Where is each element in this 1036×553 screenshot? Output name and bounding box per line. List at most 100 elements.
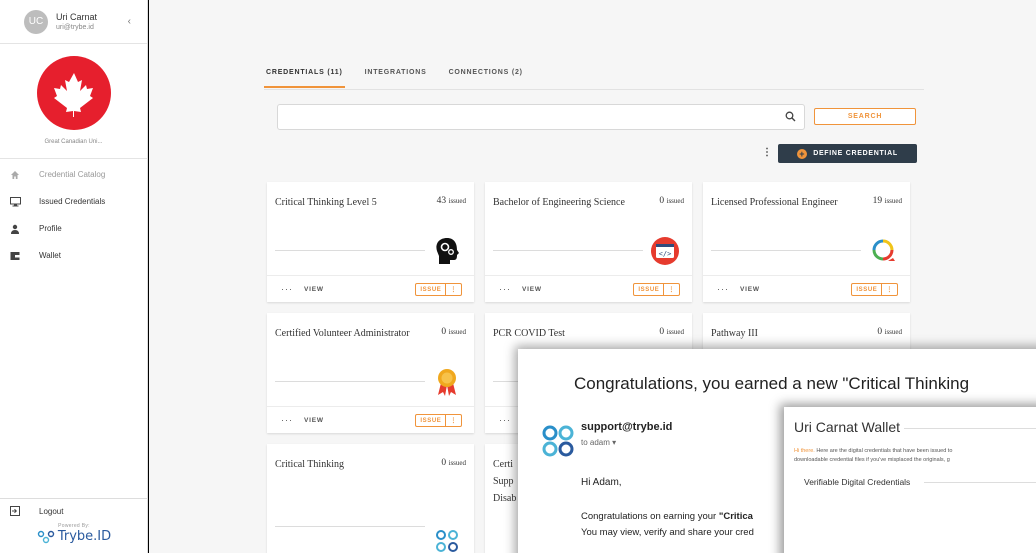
plus-icon: + <box>797 148 808 159</box>
card-title: Pathway III <box>711 328 758 339</box>
tab-integrations[interactable]: INTEGRATIONS <box>363 64 429 88</box>
credential-card[interactable]: Critical Thinking 0 issued <box>267 444 474 553</box>
user-box[interactable]: UC Uri Carnat uri@trybe.id ‹ <box>0 0 147 44</box>
trybe-logo: Trybe.ID <box>37 529 111 544</box>
powered-by: Powered By: Trybe.ID <box>0 523 148 553</box>
card-title: Critical Thinking Level 5 <box>275 197 377 208</box>
credential-card[interactable]: Licensed Professional Engineer 19 issued… <box>703 182 910 302</box>
issue-button[interactable]: ISSUE ⋮ <box>633 283 680 296</box>
credential-card[interactable]: Critical Thinking Level 5 43 issued ··· … <box>267 182 474 302</box>
brain-gears-icon <box>430 234 464 268</box>
define-credential-button[interactable]: + DEFINE CREDENTIAL <box>778 144 917 163</box>
card-title: PCR COVID Test <box>493 328 565 339</box>
card-divider <box>275 526 425 527</box>
sidebar-item-wallet[interactable]: Wallet <box>0 242 147 269</box>
issue-label: ISSUE <box>638 286 660 293</box>
tab-connections[interactable]: CONNECTIONS (2) <box>447 64 525 88</box>
view-button[interactable]: VIEW <box>304 286 324 293</box>
card-divider <box>275 250 425 251</box>
card-footer: ··· VIEW ISSUE ⋮ <box>703 275 910 302</box>
issue-more-icon[interactable]: ⋮ <box>445 415 461 426</box>
sidebar-bottom: Logout Powered By: Trybe.ID <box>0 498 148 553</box>
card-divider <box>275 381 425 382</box>
search-input[interactable] <box>277 104 805 130</box>
sidebar-item-issued-credentials[interactable]: Issued Credentials <box>0 188 147 215</box>
tab-divider <box>264 89 924 90</box>
sidebar: UC Uri Carnat uri@trybe.id ‹ Great Canad… <box>0 0 148 553</box>
card-issued-count: 0 issued <box>877 327 902 337</box>
issue-more-icon[interactable]: ⋮ <box>445 284 461 295</box>
card-footer: ··· VIEW ISSUE ⋮ <box>267 406 474 433</box>
card-title: Certified Volunteer Administrator <box>275 328 410 339</box>
sidebar-nav: Credential Catalog Issued Credentials Pr… <box>0 159 147 269</box>
email-body-line: Congratulations on earning your "Critica <box>581 511 753 522</box>
issue-button[interactable]: ISSUE ⋮ <box>415 414 462 427</box>
credential-card[interactable]: Bachelor of Engineering Science 0 issued… <box>485 182 692 302</box>
tab-credentials[interactable]: CREDENTIALS (11) <box>264 64 345 88</box>
view-button[interactable]: VIEW <box>522 286 542 293</box>
collapse-sidebar-icon[interactable]: ‹ <box>128 16 131 27</box>
trybe-logo-icon <box>37 530 55 543</box>
issue-button[interactable]: ISSUE ⋮ <box>851 283 898 296</box>
org-box: Great Canadian Uni... <box>0 44 147 159</box>
logout-icon <box>9 505 21 517</box>
search-button[interactable]: SEARCH <box>814 108 916 125</box>
wallet-intro: Hi there. Here are the digital credentia… <box>794 448 953 463</box>
issue-more-icon[interactable]: ⋮ <box>663 284 679 295</box>
card-issued-count: 0 issued <box>441 327 466 337</box>
card-menu-icon[interactable]: ··· <box>499 415 511 425</box>
more-options-icon[interactable]: ⋮ <box>762 147 772 158</box>
card-issued-count: 19 issued <box>872 196 902 206</box>
home-icon <box>9 169 21 181</box>
card-divider <box>711 250 861 251</box>
card-menu-icon[interactable]: ··· <box>499 284 511 294</box>
email-sender: support@trybe.id <box>581 421 673 433</box>
sidebar-item-label: Issued Credentials <box>39 197 106 206</box>
sender-avatar <box>538 421 578 461</box>
card-menu-icon[interactable]: ··· <box>281 284 293 294</box>
issue-button[interactable]: ISSUE ⋮ <box>415 283 462 296</box>
wallet-preview: Uri Carnat Wallet Hi there. Here are the… <box>784 407 1036 553</box>
sidebar-item-profile[interactable]: Profile <box>0 215 147 242</box>
card-issued-count: 43 issued <box>436 196 466 206</box>
issue-more-icon[interactable]: ⋮ <box>881 284 897 295</box>
user-email: uri@trybe.id <box>56 24 94 31</box>
logout-button[interactable]: Logout <box>0 499 148 523</box>
card-title: Licensed Professional Engineer <box>711 197 838 208</box>
wallet-section-title: Verifiable Digital Credentials <box>804 477 911 487</box>
card-footer: ··· VIEW ISSUE ⋮ <box>485 275 692 302</box>
sidebar-item-label: Profile <box>39 224 62 233</box>
award-medal-icon <box>430 365 464 399</box>
monitor-icon <box>9 196 21 208</box>
issue-label: ISSUE <box>856 286 878 293</box>
search-icon[interactable] <box>785 111 796 122</box>
maple-leaf-icon <box>36 56 111 130</box>
view-button[interactable]: VIEW <box>740 286 760 293</box>
card-divider <box>493 250 643 251</box>
avatar: UC <box>24 9 48 34</box>
trybe-logo-icon <box>430 524 464 553</box>
credential-card[interactable]: Certified Volunteer Administrator 0 issu… <box>267 313 474 433</box>
wallet-title: Uri Carnat Wallet <box>794 419 901 435</box>
logout-label: Logout <box>39 506 64 516</box>
card-menu-icon[interactable]: ··· <box>717 284 729 294</box>
email-recipient[interactable]: to adam ▾ <box>581 438 616 447</box>
card-menu-icon[interactable]: ··· <box>281 415 293 425</box>
user-name: Uri Carnat <box>56 12 98 22</box>
card-issued-count: 0 issued <box>659 196 684 206</box>
cycle-arrows-icon <box>866 234 900 268</box>
card-title: Bachelor of Engineering Science <box>493 197 625 208</box>
sidebar-item-credential-catalog[interactable]: Credential Catalog <box>0 161 147 188</box>
view-button[interactable]: VIEW <box>304 417 324 424</box>
email-subject: Congratulations, you earned a new "Criti… <box>574 374 970 393</box>
card-title: Critical Thinking <box>275 459 344 470</box>
email-body-line: You may view, verify and share your cred <box>581 527 754 538</box>
sidebar-item-label: Wallet <box>39 251 61 260</box>
org-name: Great Canadian Uni... <box>44 139 103 145</box>
sidebar-item-label: Credential Catalog <box>39 170 106 179</box>
card-issued-count: 0 issued <box>441 458 466 468</box>
card-footer: ··· VIEW ISSUE ⋮ <box>267 275 474 302</box>
email-greeting: Hi Adam, <box>581 477 622 488</box>
wallet-divider <box>924 482 1036 483</box>
tab-bar: CREDENTIALS (11) INTEGRATIONS CONNECTION… <box>264 64 525 88</box>
